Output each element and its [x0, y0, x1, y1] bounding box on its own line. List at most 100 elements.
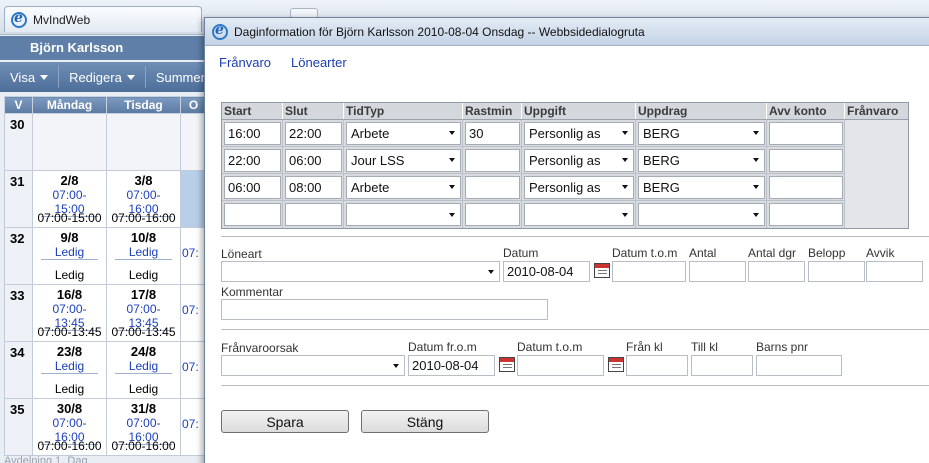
col-header-wednesday: O [180, 96, 207, 114]
avv-konto-input[interactable] [769, 203, 843, 226]
kommentar-input[interactable] [221, 299, 548, 320]
day-schedule-link[interactable]: Ledig [115, 359, 172, 374]
belopp-input[interactable] [808, 261, 865, 282]
calendar-day-cell[interactable]: 16/8 07:00-13:45 07:00-13:45 [32, 284, 107, 342]
day-schedule-link[interactable]: Ledig [41, 245, 98, 260]
save-button[interactable]: Spara [221, 410, 349, 433]
avv-konto-input[interactable] [769, 148, 843, 172]
start-time-input[interactable]: 16:00 [224, 121, 281, 145]
day-schedule-link[interactable]: Ledig [41, 359, 98, 374]
calendar-icon[interactable] [594, 263, 610, 278]
browser-tab[interactable]: MvIndWeb [4, 6, 202, 32]
barns-pnr-label: Barns pnr [756, 340, 809, 354]
tidtyp-select[interactable] [346, 203, 461, 226]
link-lonearter[interactable]: Lönearter [291, 55, 347, 70]
calendar-day-cell[interactable]: 07: [180, 398, 207, 456]
day-schedule-partial: 07: [182, 360, 199, 374]
day-date: 30/8 [56, 401, 83, 416]
start-time-input[interactable]: 06:00 [224, 175, 281, 199]
datum-from-label: Datum fr.o.m [408, 340, 477, 354]
uppdrag-select[interactable]: BERG [638, 148, 765, 172]
department-footer: Avdelning 1, Dag [4, 455, 88, 463]
calendar-icon[interactable] [608, 357, 624, 372]
end-time-input[interactable] [285, 203, 342, 226]
tidtyp-select[interactable]: Jour LSS [346, 148, 461, 172]
uppdrag-select[interactable]: BERG [638, 121, 765, 145]
chevron-down-icon [40, 74, 49, 80]
avv-konto-input[interactable] [769, 175, 843, 199]
calendar-day-cell[interactable]: 9/8 Ledig Ledig [32, 227, 107, 285]
calendar-day-cell[interactable] [180, 113, 207, 171]
calendar-day-cell[interactable] [106, 113, 181, 171]
calendar-day-cell[interactable]: 07: [180, 227, 207, 285]
calendar-day-cell-selected[interactable] [180, 170, 207, 228]
chevron-down-icon [622, 131, 628, 135]
rastmin-input[interactable] [465, 175, 520, 199]
tidtyp-select[interactable]: Arbete [346, 175, 461, 199]
ie-icon [212, 22, 228, 40]
col-header-uppgift: Uppgift [522, 103, 636, 119]
tidtyp-select[interactable]: Arbete [346, 121, 461, 145]
franvaro-datum-tom-input[interactable] [517, 355, 604, 376]
franvaro-cell [845, 146, 908, 174]
calendar-day-cell[interactable] [32, 113, 107, 171]
antal-dgr-input[interactable] [748, 261, 805, 282]
day-date: 3/8 [134, 173, 153, 188]
end-time-input[interactable]: 22:00 [285, 121, 342, 145]
antal-input[interactable] [689, 261, 746, 282]
barns-pnr-input[interactable] [756, 355, 842, 376]
day-schedule-link[interactable]: Ledig [115, 245, 172, 260]
day-schedule-actual: 07:00-15:00 [37, 211, 102, 225]
col-header-uppdrag: Uppdrag [636, 103, 767, 119]
calendar-day-cell[interactable]: 07: [180, 284, 207, 342]
calendar-week-row: 35 30/8 07:00-16:00 07:00-16:00 31/8 07:… [4, 398, 207, 456]
rastmin-input[interactable]: 30 [465, 121, 520, 145]
calendar-header-row: V Måndag Tisdag O [4, 96, 207, 114]
calendar-day-cell[interactable]: 10/8 Ledig Ledig [106, 227, 181, 285]
calendar-icon[interactable] [499, 357, 515, 372]
fran-kl-input[interactable] [626, 355, 688, 376]
datum-input[interactable]: 2010-08-04 [503, 261, 590, 282]
col-header-rastmin: Rastmin [463, 103, 522, 119]
avvik-input[interactable] [866, 261, 923, 282]
loneart-select[interactable] [221, 261, 500, 282]
uppdrag-select[interactable]: BERG [638, 175, 765, 199]
uppgift-select[interactable]: Personlig as [524, 121, 634, 145]
avv-konto-input[interactable] [769, 121, 843, 145]
link-franvaro[interactable]: Frånvaro [219, 55, 271, 70]
calendar-day-cell[interactable]: 17/8 07:00-13:45 07:00-13:45 [106, 284, 181, 342]
calendar-day-cell[interactable]: 30/8 07:00-16:00 07:00-16:00 [32, 398, 107, 456]
start-time-input[interactable]: 22:00 [224, 148, 281, 172]
close-button[interactable]: Stäng [361, 410, 489, 433]
start-time-input[interactable] [224, 203, 281, 226]
franvaroorsak-select[interactable] [221, 355, 405, 376]
menu-redigera[interactable]: Redigera [59, 66, 146, 88]
end-time-input[interactable]: 06:00 [285, 148, 342, 172]
datum-tom-input[interactable] [612, 261, 686, 282]
uppgift-select[interactable] [524, 203, 634, 226]
col-header-tuesday: Tisdag [106, 96, 181, 114]
datum-from-input[interactable]: 2010-08-04 [408, 355, 495, 376]
uppdrag-select[interactable] [638, 203, 765, 226]
calendar-day-cell[interactable]: 3/8 07:00-16:00 07:00-16:00 [106, 170, 181, 228]
uppgift-select[interactable]: Personlig as [524, 148, 634, 172]
rastmin-input[interactable] [465, 148, 520, 172]
col-header-week: V [4, 96, 33, 114]
chevron-down-icon [753, 185, 759, 189]
calendar-day-cell[interactable]: 07: [180, 341, 207, 399]
calendar-day-cell[interactable]: 23/8 Ledig Ledig [32, 341, 107, 399]
dialog-titlebar[interactable]: Daginformation för Björn Karlsson 2010-0… [205, 18, 929, 46]
day-date: 23/8 [56, 344, 83, 359]
till-kl-input[interactable] [691, 355, 753, 376]
calendar-day-cell[interactable]: 24/8 Ledig Ledig [106, 341, 181, 399]
calendar-day-cell[interactable]: 31/8 07:00-16:00 07:00-16:00 [106, 398, 181, 456]
uppgift-select[interactable]: Personlig as [524, 175, 634, 199]
rastmin-input[interactable] [465, 203, 520, 226]
chevron-down-icon [622, 158, 628, 162]
end-time-input[interactable]: 08:00 [285, 175, 342, 199]
calendar-day-cell[interactable]: 2/8 07:00-15:00 07:00-15:00 [32, 170, 107, 228]
calendar-week-row: 32 9/8 Ledig Ledig 10/8 Ledig Ledig 07: [4, 227, 207, 285]
menu-visa-label: Visa [10, 69, 36, 85]
franvaro-cell [845, 173, 908, 201]
menu-visa[interactable]: Visa [0, 66, 60, 88]
